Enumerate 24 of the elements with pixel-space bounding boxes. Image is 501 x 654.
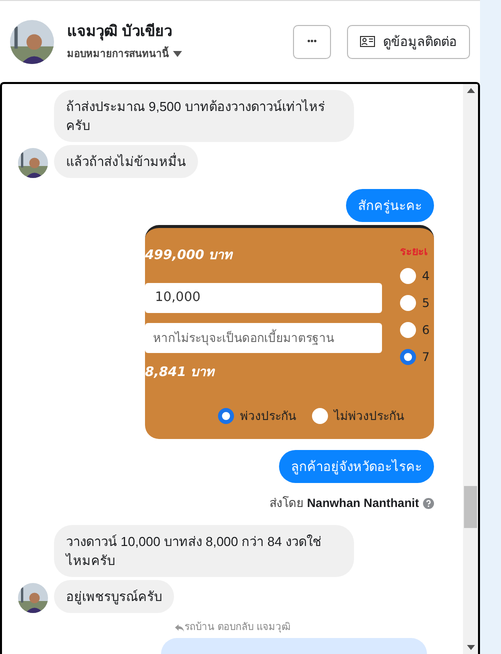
contact-info-button[interactable]: ดูข้อมูลติดต่อ bbox=[347, 24, 470, 58]
term-label: ระยะเ bbox=[400, 245, 429, 258]
calculator-screenshot[interactable]: 499,000 บาท 10,000 หากไม่ระบุจะเป็นดอกเบี้ยมาตรฐาน 8,841 บาท ระยะเ 4 5 6 7 พ่วงประกัน ไม่พ่วงประกัน bbox=[145, 225, 434, 439]
rate-field[interactable]: หากไม่ระบุจะเป็นดอกเบี้ยมาตรฐาน bbox=[145, 323, 382, 353]
insurance-option: พ่วงประกัน bbox=[240, 407, 296, 425]
contact-name: แจมวุฒิ บัวเขียว bbox=[67, 22, 174, 42]
incoming-message: วางดาวน์ 10,000 บาทส่ง 8,000 กว่า 84 งวดใช่ไหมครับ bbox=[54, 525, 354, 577]
outgoing-message: สักครู่นะคะ bbox=[346, 189, 434, 222]
incoming-message: แล้วถ้าส่งไม่ข้ามหมื่น bbox=[54, 145, 198, 178]
incoming-message: ถ้าส่งประมาณ 9,500 บาทต้องวางดาวน์เท่าไหร่ครับ bbox=[54, 90, 354, 142]
sender-note: ส่งโดย Nanwhan Nanthanit bbox=[270, 495, 419, 512]
incoming-message: อยู่เพชรบูรณ์ครับ bbox=[54, 580, 174, 613]
outgoing-message: ลูกค้าอยู่จังหวัดอะไรคะ bbox=[279, 450, 434, 483]
term-option: 4 bbox=[422, 267, 430, 285]
term-option: 5 bbox=[422, 294, 430, 312]
assign-dropdown[interactable]: มอบหมายการสนทนานี้ bbox=[67, 46, 182, 62]
insurance-option: ไม่พ่วงประกัน bbox=[334, 407, 404, 425]
down-payment-field[interactable]: 10,000 bbox=[145, 283, 382, 313]
price-text: 499,000 บาท bbox=[145, 248, 234, 264]
reply-note: รถบ้าน ตอบกลับ แจมวุฒิ bbox=[184, 620, 290, 635]
term-option: 6 bbox=[422, 321, 430, 339]
more-button[interactable]: ••• bbox=[293, 24, 331, 58]
result-text: 8,841 บาท bbox=[145, 365, 216, 381]
term-option: 7 bbox=[422, 348, 430, 366]
